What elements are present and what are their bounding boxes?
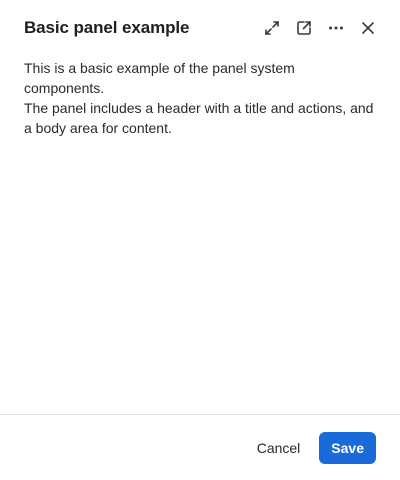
panel-footer: Cancel Save — [0, 414, 400, 480]
more-options-button[interactable] — [320, 12, 352, 44]
open-external-icon — [297, 21, 311, 35]
body-paragraph-1: This is a basic example of the panel sys… — [24, 60, 295, 96]
expand-button[interactable] — [256, 12, 288, 44]
save-button[interactable]: Save — [319, 431, 376, 464]
panel: Basic panel example This is a basic exam… — [0, 0, 400, 480]
expand-icon — [265, 21, 279, 35]
open-external-button[interactable] — [288, 12, 320, 44]
close-icon — [362, 22, 374, 34]
more-options-icon — [329, 26, 343, 30]
panel-header: Basic panel example — [0, 0, 400, 56]
close-button[interactable] — [352, 12, 384, 44]
panel-body: This is a basic example of the panel sys… — [0, 56, 400, 414]
header-actions — [256, 12, 384, 44]
panel-title: Basic panel example — [24, 18, 190, 37]
body-paragraph-2: The panel includes a header with a title… — [24, 100, 374, 136]
cancel-button[interactable]: Cancel — [250, 432, 308, 464]
